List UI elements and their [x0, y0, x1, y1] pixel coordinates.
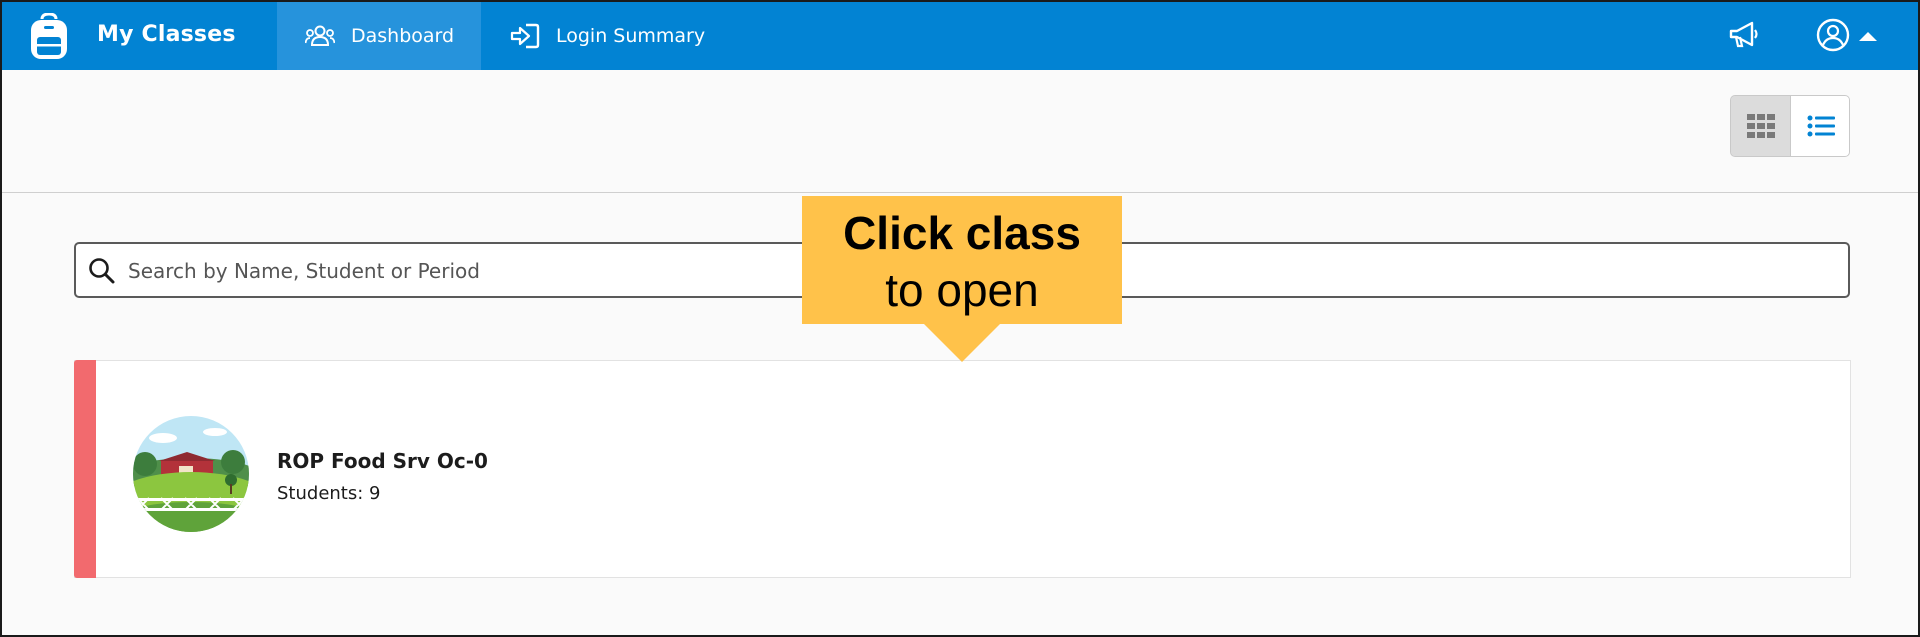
- caret-up-icon[interactable]: [1858, 30, 1878, 42]
- callout-pointer: [924, 324, 1000, 362]
- grid-view-button[interactable]: [1731, 96, 1790, 156]
- backpack-icon[interactable]: [28, 13, 70, 61]
- app-title[interactable]: My Classes: [97, 22, 236, 47]
- megaphone-icon[interactable]: [1728, 20, 1760, 50]
- tab-login-summary-label: Login Summary: [556, 25, 706, 47]
- tab-login-summary[interactable]: Login Summary: [482, 2, 722, 70]
- search-icon: [89, 258, 115, 284]
- view-toggle: [1730, 95, 1850, 157]
- callout-subtitle: to open: [885, 264, 1039, 316]
- callout-annotation: Click class to open: [802, 196, 1122, 324]
- class-color-accent: [74, 360, 96, 578]
- list-view-icon: [1807, 115, 1835, 137]
- top-nav-bar: My Classes Dashboard Login Summary: [2, 2, 1918, 70]
- callout-title: Click class: [843, 207, 1081, 259]
- view-toolbar: [2, 70, 1918, 193]
- list-view-button[interactable]: [1790, 96, 1849, 156]
- tab-dashboard[interactable]: Dashboard: [277, 2, 481, 70]
- class-card[interactable]: ROP Food Srv Oc-0 Students: 9: [74, 360, 1851, 578]
- app-window: My Classes Dashboard Login Summary Searc…: [0, 0, 1920, 637]
- class-student-count: Students: 9: [277, 483, 381, 504]
- class-name[interactable]: ROP Food Srv Oc-0: [277, 449, 488, 473]
- sign-in-icon: [510, 23, 540, 49]
- class-avatar: [133, 416, 249, 532]
- tab-dashboard-label: Dashboard: [351, 25, 455, 47]
- users-icon: [305, 25, 335, 46]
- grid-view-icon: [1746, 114, 1775, 138]
- user-circle-icon[interactable]: [1816, 18, 1850, 52]
